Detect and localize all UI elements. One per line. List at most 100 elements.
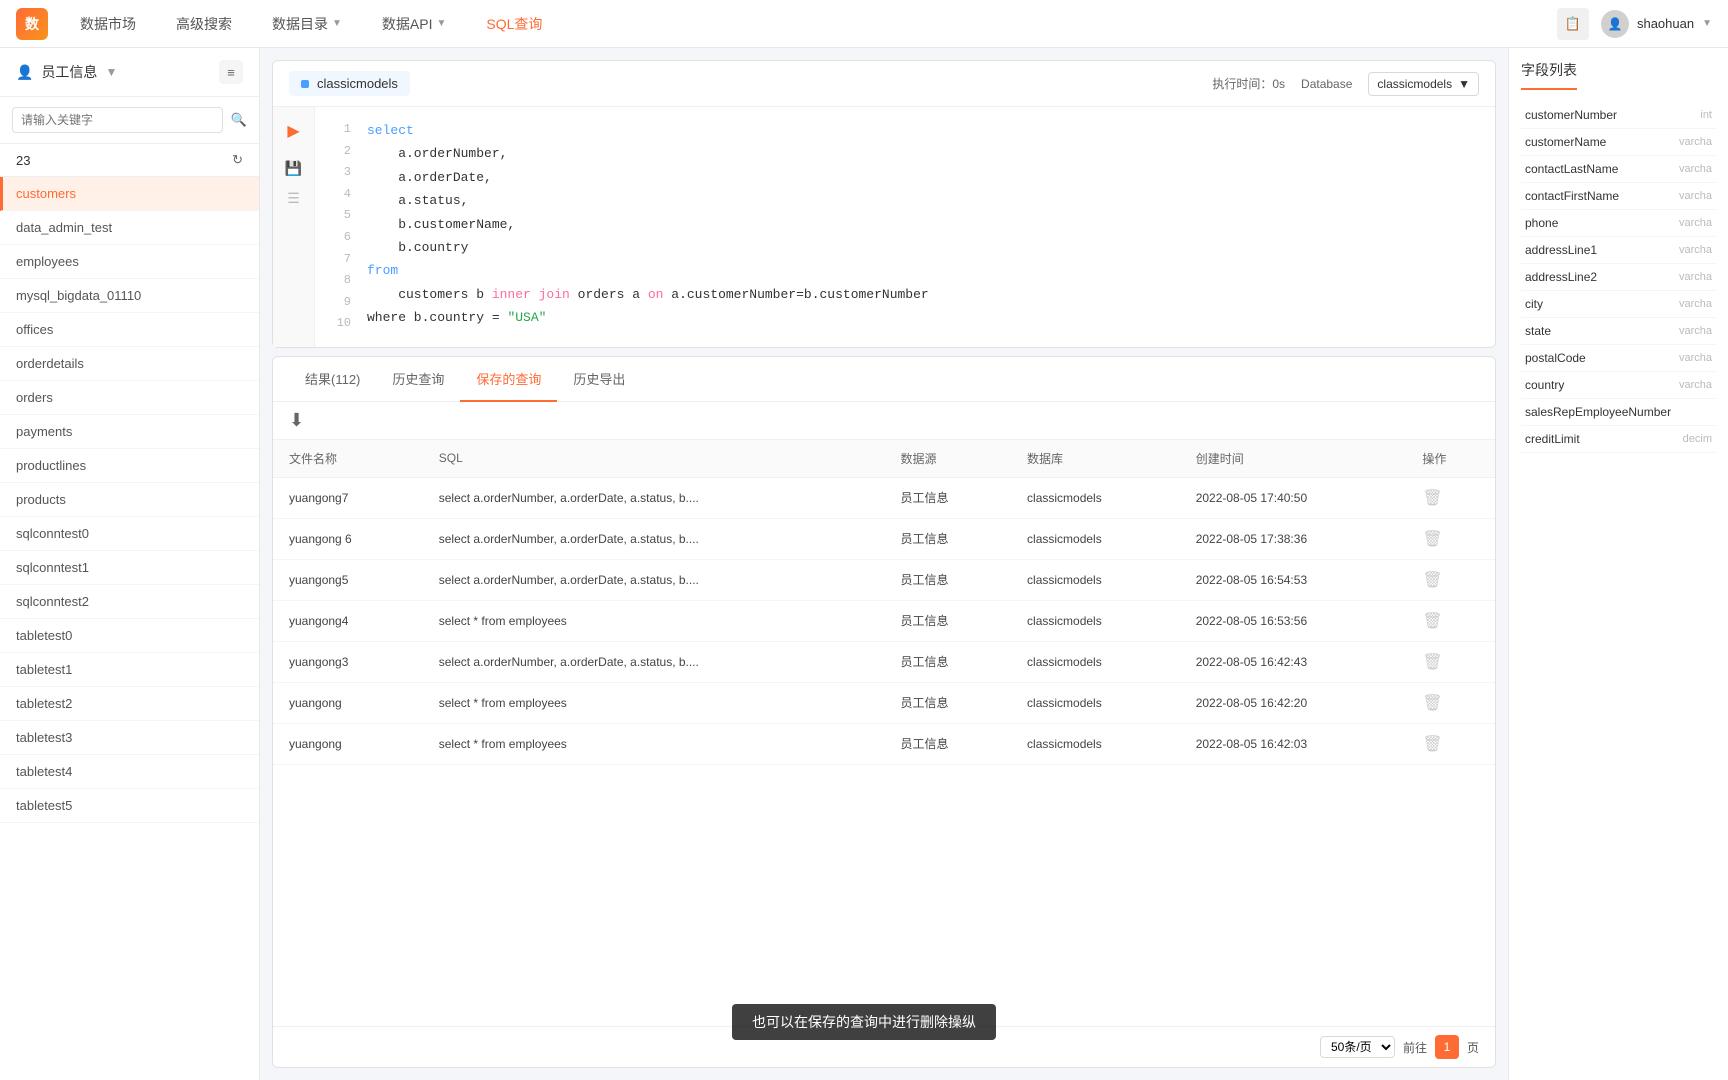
field-name: contactLastName xyxy=(1525,162,1618,176)
field-item-creditLimit[interactable]: creditLimitdecim xyxy=(1521,426,1716,453)
code-line-1: select xyxy=(367,119,929,142)
sidebar-item-tabletest5[interactable]: tabletest5 xyxy=(0,789,259,823)
tab-saved-queries[interactable]: 保存的查询 xyxy=(460,357,557,402)
field-type: varcha xyxy=(1679,136,1712,148)
code-line-8: customers b inner join orders a on a.cus… xyxy=(367,283,929,306)
field-item-postalCode[interactable]: postalCodevarcha xyxy=(1521,345,1716,372)
sidebar-item-payments[interactable]: payments xyxy=(0,415,259,449)
code-line-6: b.country xyxy=(367,236,929,259)
sidebar-count-row: 23 ↻ xyxy=(0,144,259,177)
field-type: varcha xyxy=(1679,163,1712,175)
cell-action: 🗑 xyxy=(1406,641,1495,682)
sidebar-item-productlines[interactable]: productlines xyxy=(0,449,259,483)
chevron-down-icon: ▼ xyxy=(1458,77,1470,91)
list-icon[interactable]: ☰ xyxy=(285,189,303,207)
sidebar-item-data_admin_test[interactable]: data_admin_test xyxy=(0,211,259,245)
field-item-contactLastName[interactable]: contactLastName varcha xyxy=(1521,156,1716,183)
field-item-addressLine1[interactable]: addressLine1varcha xyxy=(1521,237,1716,264)
field-name: customerNumber xyxy=(1525,108,1617,122)
field-name: contactFirstName xyxy=(1525,189,1619,203)
sidebar-item-offices[interactable]: offices xyxy=(0,313,259,347)
cell-sql: select * from employees xyxy=(423,600,885,641)
sidebar-item-tabletest3[interactable]: tabletest3 xyxy=(0,721,259,755)
sidebar-item-tabletest4[interactable]: tabletest4 xyxy=(0,755,259,789)
field-item-phone[interactable]: phonevarcha xyxy=(1521,210,1716,237)
nav-icon-button[interactable]: 📋 xyxy=(1557,8,1589,40)
delete-icon[interactable]: 🗑 xyxy=(1422,572,1442,589)
field-name: creditLimit xyxy=(1525,432,1580,446)
sidebar-item-mysql_bigdata_01110[interactable]: mysql_bigdata_01110 xyxy=(0,279,259,313)
field-type: varcha xyxy=(1679,271,1712,283)
code-line-3: a.orderDate, xyxy=(367,166,929,189)
save-icon[interactable]: 💾 xyxy=(285,159,303,177)
cell-datasource: 员工信息 xyxy=(885,682,1011,723)
tab-indicator xyxy=(301,80,309,88)
download-icon[interactable]: ⬇ xyxy=(289,410,304,431)
sidebar-item-sqlconntest2[interactable]: sqlconntest2 xyxy=(0,585,259,619)
field-type: varcha xyxy=(1679,379,1712,391)
field-item-state[interactable]: statevarcha xyxy=(1521,318,1716,345)
delete-icon[interactable]: 🗑 xyxy=(1422,531,1442,548)
field-type: int xyxy=(1700,109,1712,121)
col-action: 操作 xyxy=(1406,440,1495,478)
sidebar-item-tabletest1[interactable]: tabletest1 xyxy=(0,653,259,687)
cell-datasource: 员工信息 xyxy=(885,641,1011,682)
field-item-country[interactable]: countryvarcha xyxy=(1521,372,1716,399)
field-item-city[interactable]: cityvarcha xyxy=(1521,291,1716,318)
nav-data-catalog[interactable]: 数据目录 ▼ xyxy=(264,10,350,38)
cell-created: 2022-08-05 16:42:20 xyxy=(1180,682,1407,723)
nav-data-market[interactable]: 数据市场 xyxy=(72,10,144,38)
sidebar-item-employees[interactable]: employees xyxy=(0,245,259,279)
code-content: select a.orderNumber, a.orderDate, a.sta… xyxy=(367,119,929,335)
cell-created: 2022-08-05 17:38:36 xyxy=(1180,518,1407,559)
nav-data-api[interactable]: 数据API ▼ xyxy=(374,10,454,38)
tab-results[interactable]: 结果(112) xyxy=(289,357,376,402)
field-name: postalCode xyxy=(1525,351,1586,365)
delete-icon[interactable]: 🗑 xyxy=(1422,490,1442,507)
run-query-button[interactable]: ▶ xyxy=(282,119,306,143)
delete-icon[interactable]: 🗑 xyxy=(1422,736,1442,753)
sidebar-item-orderdetails[interactable]: orderdetails xyxy=(0,347,259,381)
delete-icon[interactable]: 🗑 xyxy=(1422,695,1442,712)
field-item-customerNumber[interactable]: customerNumber int xyxy=(1521,102,1716,129)
sidebar-item-tabletest0[interactable]: tabletest0 xyxy=(0,619,259,653)
sidebar-item-sqlconntest0[interactable]: sqlconntest0 xyxy=(0,517,259,551)
sidebar-item-products[interactable]: products xyxy=(0,483,259,517)
sidebar-item-orders[interactable]: orders xyxy=(0,381,259,415)
cell-sql: select a.orderNumber, a.orderDate, a.sta… xyxy=(423,477,885,518)
query-tab[interactable]: classicmodels xyxy=(289,71,410,96)
sidebar-toggle-button[interactable]: ≡ xyxy=(219,60,243,84)
query-editor[interactable]: 12345 678910 select a.orderNumber, a.ord… xyxy=(315,107,1495,347)
main-content: classicmodels 执行时间：0s Database classicmo… xyxy=(260,48,1508,1080)
database-select[interactable]: classicmodels ▼ xyxy=(1368,72,1479,96)
col-datasource: 数据源 xyxy=(885,440,1011,478)
field-type: varcha xyxy=(1679,325,1712,337)
table-row: yuangong select * from employees 员工信息 cl… xyxy=(273,682,1495,723)
person-icon: 👤 xyxy=(16,64,33,81)
field-panel-title: 字段列表 xyxy=(1521,60,1577,90)
delete-icon[interactable]: 🗑 xyxy=(1422,654,1442,671)
sidebar-item-customers[interactable]: customers xyxy=(0,177,259,211)
delete-icon[interactable]: 🗑 xyxy=(1422,613,1442,630)
page-size-select[interactable]: 50条/页 xyxy=(1320,1036,1395,1058)
refresh-icon[interactable]: ↻ xyxy=(232,152,243,168)
chevron-down-icon: ▼ xyxy=(332,18,342,29)
tab-history[interactable]: 历史查询 xyxy=(376,357,460,402)
field-item-salesRepEmployeeNumber[interactable]: salesRepEmployeeNumber xyxy=(1521,399,1716,426)
tab-export-history[interactable]: 历史导出 xyxy=(557,357,641,402)
search-input[interactable] xyxy=(12,107,223,133)
user-menu[interactable]: 👤 shaohuan ▼ xyxy=(1601,10,1712,38)
results-toolbar: ⬇ xyxy=(273,402,1495,440)
field-item-customerName[interactable]: customerNamevarcha xyxy=(1521,129,1716,156)
field-item-addressLine2[interactable]: addressLine2 varcha xyxy=(1521,264,1716,291)
field-item-contactFirstName[interactable]: contactFirstNamevarcha xyxy=(1521,183,1716,210)
nav-sql-query[interactable]: SQL查询 xyxy=(478,10,550,38)
sidebar-item-tabletest2[interactable]: tabletest2 xyxy=(0,687,259,721)
code-line-4: a.status, xyxy=(367,189,929,212)
nav-advanced-search[interactable]: 高级搜索 xyxy=(168,10,240,38)
field-name: addressLine2 xyxy=(1525,270,1597,284)
search-icon[interactable]: 🔍 xyxy=(231,112,247,128)
cell-database: classicmodels xyxy=(1011,477,1180,518)
cell-sql: select a.orderNumber, a.orderDate, a.sta… xyxy=(423,559,885,600)
sidebar-item-sqlconntest1[interactable]: sqlconntest1 xyxy=(0,551,259,585)
